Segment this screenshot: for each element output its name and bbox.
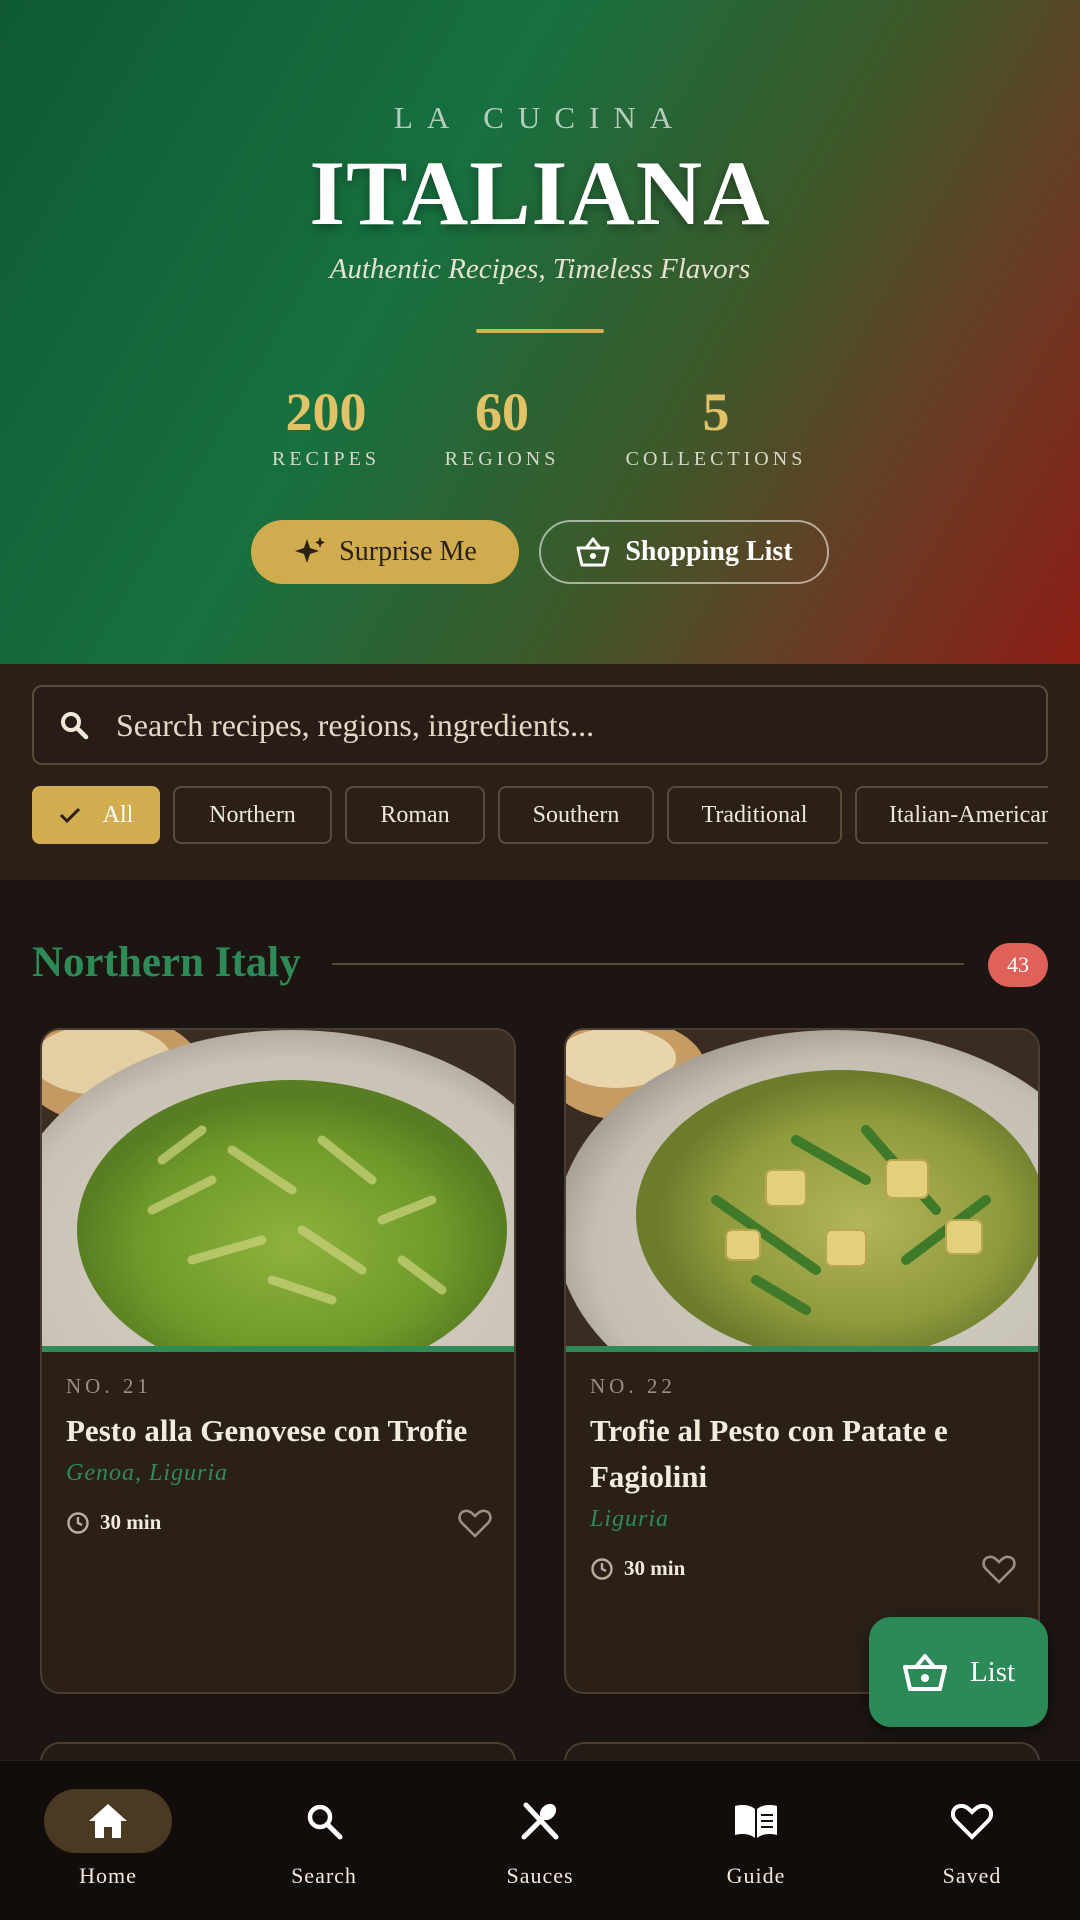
stat-value: 200 (285, 382, 367, 442)
filter-chip-italian-american[interactable]: Italian-American (855, 786, 1048, 844)
nav-item-saved[interactable]: Saved (864, 1789, 1080, 1889)
filter-chip-label: Italian-American (889, 801, 1048, 828)
clock-icon (591, 1557, 613, 1580)
recipe-photo (566, 1030, 1038, 1348)
recipe-number: NO. 21 (66, 1374, 152, 1398)
check-icon (59, 807, 80, 824)
book-icon (735, 1805, 777, 1838)
filter-chip-roman[interactable]: Roman (345, 786, 485, 844)
basket-icon (576, 537, 610, 567)
section-title: Northern Italy (32, 939, 301, 986)
nav-item-search[interactable]: Search (216, 1789, 432, 1889)
hero-title: ITALIANA (309, 142, 771, 244)
nav-label: Saved (942, 1863, 1002, 1888)
hero-banner: LA CUCINA ITALIANA Authentic Recipes, Ti… (0, 0, 1080, 664)
search-placeholder: Search recipes, regions, ingredients... (116, 706, 595, 743)
recipe-time-label: 30 min (624, 1556, 686, 1580)
card-accent-band (566, 1346, 1038, 1352)
clock-icon (67, 1511, 89, 1534)
card-accent-band (42, 1346, 514, 1352)
section-divider (332, 963, 964, 965)
favorite-heart-icon[interactable] (982, 1554, 1016, 1584)
filter-chip-label: Northern (209, 801, 296, 828)
basket-icon (902, 1654, 947, 1691)
nav-label: Home (79, 1863, 137, 1888)
nav-item-sauces[interactable]: Sauces (432, 1789, 648, 1889)
filter-chip-label: Traditional (701, 801, 808, 828)
hero-divider (476, 329, 604, 333)
recipe-card[interactable]: NO. 21 Pesto alla Genovese con Trofie Ge… (40, 1028, 516, 1694)
recipe-photo (42, 1030, 514, 1348)
stat-label: RECIPES (271, 448, 381, 470)
stat-regions: 60 REGIONS (432, 382, 572, 471)
search-icon (307, 1804, 343, 1840)
recipe-card[interactable]: NO. 22 Trofie al Pesto con Patate e Fagi… (564, 1028, 1040, 1694)
filter-chip-label: All (102, 801, 134, 828)
sparkle-icon (295, 537, 326, 563)
filter-chip-southern[interactable]: Southern (498, 786, 654, 844)
fab-label: List (969, 1655, 1016, 1688)
recipe-name: Trofie al Pesto con Patate e Fagiolini (590, 1413, 948, 1494)
utensils-icon (521, 1802, 559, 1840)
recipe-region: Liguria (590, 1506, 670, 1532)
stat-collections: 5 COLLECTIONS (616, 382, 816, 471)
recipe-time-label: 30 min (100, 1510, 162, 1534)
filter-chip-label: Roman (380, 801, 450, 828)
nav-label: Sauces (506, 1863, 574, 1888)
heart-icon (951, 1803, 993, 1840)
home-icon (89, 1804, 127, 1838)
shopping-list-label: Shopping List (625, 536, 793, 567)
search-icon (61, 712, 89, 740)
recipe-time: 30 min (66, 1510, 161, 1535)
nav-label: Guide (726, 1863, 786, 1888)
surprise-me-label: Surprise Me (339, 536, 477, 567)
recipe-time: 30 min (590, 1556, 685, 1581)
search-input[interactable]: Search recipes, regions, ingredients... (32, 685, 1048, 765)
filter-chip-traditional[interactable]: Traditional (667, 786, 842, 844)
filter-chips: All Northern Roman Southern Traditional … (32, 786, 1048, 846)
bottom-navigation: Home Search Sauces Guide Saved (0, 1760, 1080, 1920)
surprise-me-button[interactable]: Surprise Me (251, 520, 519, 584)
nav-label: Search (291, 1863, 357, 1888)
filter-chip-all[interactable]: All (32, 786, 160, 844)
recipe-name: Pesto alla Genovese con Trofie (66, 1413, 468, 1448)
nav-item-guide[interactable]: Guide (648, 1789, 864, 1889)
recipe-number: NO. 22 (590, 1374, 676, 1398)
stat-value: 5 (702, 382, 730, 442)
stat-recipes: 200 RECIPES (256, 382, 396, 471)
stat-value: 60 (475, 382, 529, 442)
filter-chip-label: Southern (532, 801, 620, 828)
shopping-list-button[interactable]: Shopping List (539, 520, 829, 584)
recipe-region: Genoa, Liguria (66, 1460, 229, 1486)
shopping-list-fab[interactable]: List (869, 1617, 1048, 1727)
hero-subtitle: Authentic Recipes, Timeless Flavors (329, 253, 751, 285)
favorite-heart-icon[interactable] (458, 1508, 492, 1538)
filter-chip-northern[interactable]: Northern (173, 786, 332, 844)
stat-label: COLLECTIONS (625, 448, 807, 470)
nav-item-home[interactable]: Home (0, 1789, 216, 1889)
section-count-badge: 43 (988, 943, 1048, 987)
hero-kicker: LA CUCINA (393, 100, 687, 135)
stat-label: REGIONS (444, 448, 560, 470)
